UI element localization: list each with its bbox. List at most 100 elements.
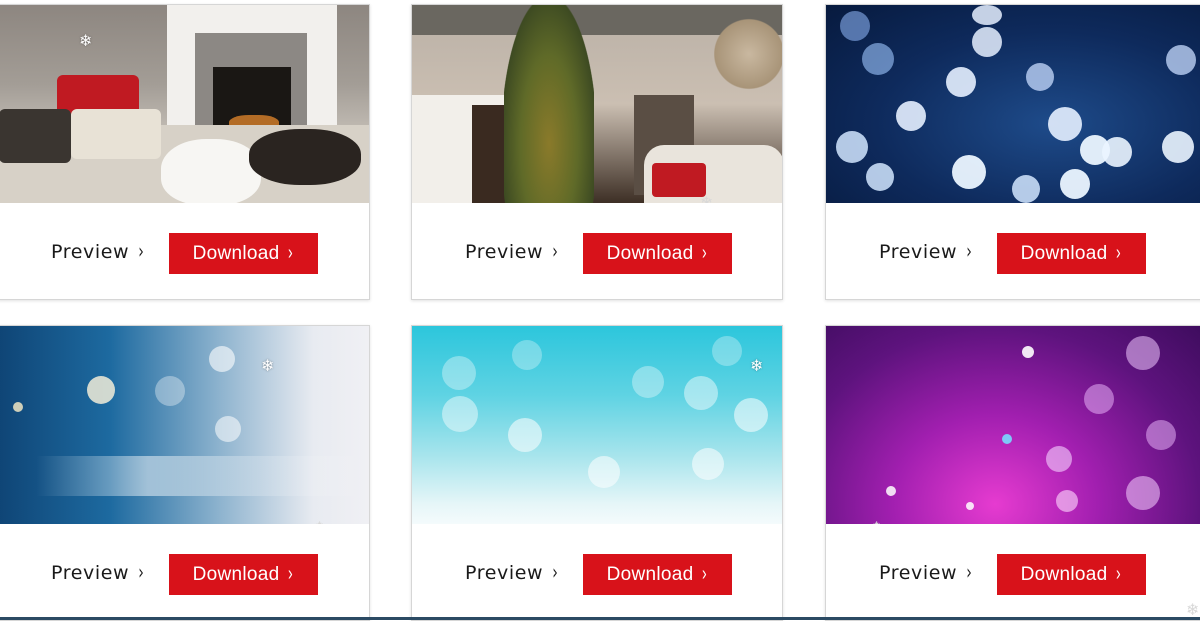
download-button[interactable]: Download › <box>997 554 1146 595</box>
preview-link[interactable]: Preview › <box>51 239 146 263</box>
preview-link[interactable]: Preview › <box>879 239 974 263</box>
download-button[interactable]: Download › <box>583 233 732 274</box>
card-actions: Preview › Download › <box>826 524 1200 620</box>
snowflake-icon: ❄ <box>1186 600 1200 619</box>
chevron-right-icon: › <box>288 563 294 585</box>
bokeh-light <box>966 502 974 510</box>
download-label: Download <box>1020 563 1108 585</box>
snowflake-icon: ❄ <box>79 31 93 50</box>
chevron-right-icon: › <box>702 563 708 585</box>
bokeh-light <box>1102 137 1132 167</box>
chevron-right-icon: › <box>1116 242 1122 264</box>
bokeh-light <box>1022 346 1034 358</box>
santa-pillow <box>71 109 161 159</box>
download-button[interactable]: Download › <box>169 554 318 595</box>
bokeh-light <box>712 336 742 366</box>
preview-label: Preview <box>51 562 130 584</box>
preview-link[interactable]: Preview › <box>465 239 560 263</box>
bokeh-light <box>442 396 478 432</box>
bokeh-light <box>734 398 768 432</box>
download-label: Download <box>606 242 694 264</box>
chevron-right-icon: › <box>702 242 708 264</box>
bokeh-light <box>1012 175 1040 203</box>
bokeh-light <box>508 418 542 452</box>
chevron-right-icon: › <box>138 239 145 263</box>
bokeh-light <box>952 155 986 189</box>
download-label: Download <box>1020 242 1108 264</box>
card-thumbnail[interactable]: ❄ <box>412 326 782 524</box>
download-label: Download <box>606 563 694 585</box>
wreath <box>714 9 782 99</box>
card-actions: Preview › Download › <box>0 524 369 620</box>
bokeh-light <box>1002 434 1012 444</box>
download-button[interactable]: Download › <box>997 233 1146 274</box>
bokeh-light <box>1126 476 1160 510</box>
bokeh-light <box>896 101 926 131</box>
preview-link[interactable]: Preview › <box>51 560 146 584</box>
snowflake-icon: ❄ <box>700 193 714 204</box>
bokeh-light <box>87 376 115 404</box>
chevron-right-icon: › <box>552 239 559 263</box>
preview-label: Preview <box>465 562 544 584</box>
card-thumbnail[interactable]: ❄ ❄ <box>0 326 369 524</box>
chevron-right-icon: › <box>552 560 559 584</box>
card-actions: Preview › Download › <box>412 203 782 299</box>
card-thumbnail[interactable]: ❄ <box>412 5 782 203</box>
bokeh-light <box>588 456 620 488</box>
preview-label: Preview <box>51 241 130 263</box>
bokeh-light <box>946 67 976 97</box>
light-streak <box>0 456 369 496</box>
bokeh-light <box>684 376 718 410</box>
bokeh-light <box>1046 446 1072 472</box>
template-card: ❄ Preview › Download › <box>411 325 783 621</box>
preview-label: Preview <box>465 241 544 263</box>
floral-pillow <box>0 109 71 163</box>
download-button[interactable]: Download › <box>169 233 318 274</box>
download-label: Download <box>192 242 280 264</box>
preview-link[interactable]: Preview › <box>465 560 560 584</box>
template-card: Preview › Download › <box>825 4 1200 300</box>
bokeh-light <box>692 448 724 480</box>
bokeh-light <box>1162 131 1194 163</box>
bokeh-light <box>13 402 23 412</box>
white-cat <box>161 139 261 203</box>
bokeh-light <box>512 340 542 370</box>
snowflake-icon: ❄ <box>750 356 764 375</box>
bokeh-light <box>215 416 241 442</box>
bokeh-light <box>886 486 896 496</box>
download-label: Download <box>192 563 280 585</box>
bokeh-light <box>972 27 1002 57</box>
bokeh-light <box>1084 384 1114 414</box>
card-thumbnail[interactable]: ❄ <box>826 326 1200 524</box>
bokeh-light <box>862 43 894 75</box>
template-card: ❄ ❄ Preview › Download › <box>0 325 370 621</box>
preview-label: Preview <box>879 241 958 263</box>
bokeh-light <box>1026 63 1054 91</box>
card-thumbnail[interactable]: ❄ <box>0 5 369 203</box>
download-button[interactable]: Download › <box>583 554 732 595</box>
bokeh-light <box>1166 45 1196 75</box>
card-thumbnail[interactable] <box>826 5 1200 203</box>
chevron-right-icon: › <box>138 560 145 584</box>
bokeh-light <box>1060 169 1090 199</box>
bokeh-light <box>442 356 476 390</box>
chevron-right-icon: › <box>966 239 973 263</box>
bokeh-light <box>632 366 664 398</box>
bokeh-light <box>866 163 894 191</box>
bokeh-light <box>836 131 868 163</box>
preview-label: Preview <box>879 562 958 584</box>
bokeh-light <box>972 5 1002 25</box>
bokeh-light <box>209 346 235 372</box>
template-card: ❄ Preview › Download › <box>0 4 370 300</box>
bokeh-light <box>1126 336 1160 370</box>
bokeh-light <box>155 376 185 406</box>
chevron-right-icon: › <box>966 560 973 584</box>
template-card: ❄ Preview › Download › <box>825 325 1200 621</box>
preview-link[interactable]: Preview › <box>879 560 974 584</box>
snowflake-icon: ❄ <box>261 356 275 375</box>
bokeh-light <box>1056 490 1078 512</box>
card-actions: Preview › Download › <box>826 203 1200 299</box>
chevron-right-icon: › <box>288 242 294 264</box>
chevron-right-icon: › <box>1116 563 1122 585</box>
tabby-cat <box>249 129 361 185</box>
